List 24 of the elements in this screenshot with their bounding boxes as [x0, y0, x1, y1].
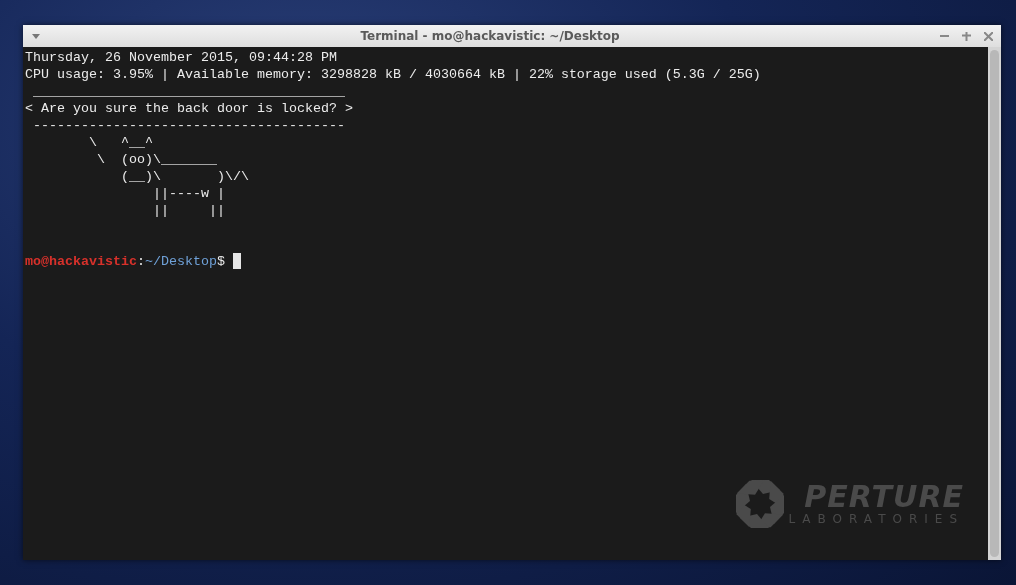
prompt-symbol: $ — [216, 253, 225, 270]
output-line: ||----w | — [151, 185, 225, 202]
maximize-icon — [961, 31, 971, 41]
output-line: CPU usage: 3.95% | Available memory: 3298828 kB / 4030664 kB | 22% storage used (5.3G / 25G) — [25, 66, 761, 83]
prompt-user-host: mo@hackavistic — [25, 253, 137, 270]
prompt-separator: : — [137, 253, 145, 270]
caret-icon — [32, 33, 40, 39]
aperture-logo-icon — [734, 478, 787, 530]
output-line: \ ^__^ — [88, 134, 153, 151]
window-title: Terminal - mo@hackavistic: ~/Desktop — [359, 29, 621, 43]
output-line: (__)\ )\/\ — [119, 168, 249, 185]
output-line: || || — [151, 202, 225, 219]
text-cursor — [232, 253, 241, 269]
maximize-button[interactable] — [959, 29, 973, 43]
output-line: \ (oo)\_______ — [95, 151, 217, 168]
close-button[interactable] — [981, 29, 995, 43]
prompt-path: ~/Desktop — [145, 253, 217, 270]
output-line: Thursday, 26 November 2015, 09:44:28 PM — [25, 49, 337, 66]
output-line: _______________________________________ — [32, 83, 345, 100]
close-icon — [983, 31, 993, 41]
output-line: --------------------------------------- — [32, 117, 345, 134]
output-line: < Are you sure the back door is locked? > — [25, 100, 353, 117]
scrollbar-thumb[interactable] — [990, 50, 999, 557]
minimize-icon — [939, 35, 949, 37]
